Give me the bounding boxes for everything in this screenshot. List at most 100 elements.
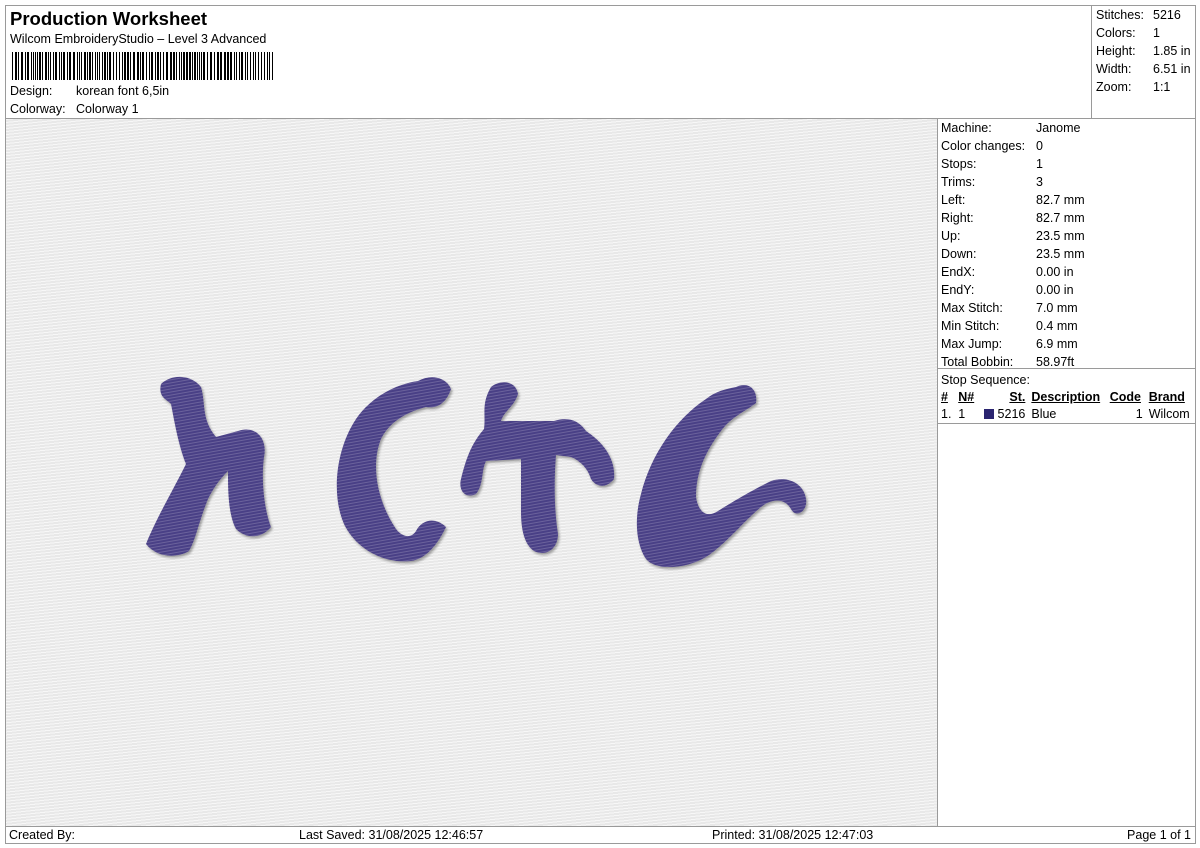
barcode-bar — [130, 52, 131, 80]
barcode-bar — [189, 52, 191, 80]
machine-info-row: Stops: 1 — [941, 155, 1043, 173]
created-by: Created By: — [9, 828, 76, 842]
barcode-bar — [133, 52, 135, 80]
barcode-bar — [18, 52, 19, 80]
machine-info-row: Color changes: 0 — [941, 137, 1043, 155]
barcode-bar — [63, 52, 65, 80]
stop-sequence-label: Stop Sequence: — [941, 373, 1030, 387]
barcode-bar — [245, 52, 246, 80]
barcode — [12, 52, 273, 80]
colorway-name: Colorway 1 — [76, 102, 139, 116]
design-label: Design: — [10, 84, 53, 98]
barcode-bar — [181, 52, 182, 80]
barcode-bar — [104, 52, 106, 80]
barcode-bar — [124, 52, 126, 80]
info-value: 0.4 mm — [1036, 319, 1078, 333]
barcode-bar — [119, 52, 120, 80]
colorway-label: Colorway: — [10, 102, 66, 116]
summary-row: Stitches: 5216 — [1096, 8, 1181, 22]
info-label: Stops: — [941, 157, 977, 171]
software-name: Wilcom EmbroideryStudio – Level 3 Advanc… — [10, 32, 267, 46]
barcode-bar — [39, 52, 41, 80]
barcode-bar — [99, 52, 100, 80]
row-index: 1. — [938, 406, 956, 424]
barcode-bar — [77, 52, 78, 80]
barcode-bar — [109, 52, 111, 80]
machine-info-row: EndX: 0.00 in — [941, 263, 1074, 281]
barcode-bar — [210, 52, 212, 80]
row-code: 1 — [1106, 406, 1146, 424]
barcode-bar — [42, 52, 43, 80]
barcode-bar — [107, 52, 108, 80]
barcode-bar — [31, 52, 32, 80]
info-value: Janome — [1036, 121, 1081, 135]
glyph-3 — [460, 382, 615, 554]
barcode-bar — [224, 52, 226, 80]
info-label: Min Stitch: — [941, 319, 1000, 333]
barcode-bar — [241, 52, 243, 80]
barcode-bar — [234, 52, 235, 80]
barcode-bar — [48, 52, 49, 80]
row-stitches: 5216 — [978, 406, 1029, 424]
barcode-bar — [140, 52, 141, 80]
info-value: 0.00 in — [1036, 283, 1074, 297]
barcode-bar — [55, 52, 57, 80]
info-label: Max Jump: — [941, 337, 1003, 351]
page-number: Page 1 of 1 — [1127, 828, 1191, 842]
barcode-bar — [163, 52, 164, 80]
info-value: 0 — [1036, 139, 1043, 153]
info-label: EndX: — [941, 265, 976, 279]
barcode-bar — [230, 52, 232, 80]
info-value: 82.7 mm — [1036, 211, 1085, 225]
barcode-bar — [199, 52, 200, 80]
barcode-bar — [258, 52, 259, 80]
design-name: korean font 6,5in — [76, 84, 170, 98]
barcode-bar — [81, 52, 82, 80]
glyph-4 — [636, 384, 807, 568]
barcode-bar — [35, 52, 36, 80]
last-saved: Last Saved: 31/08/2025 12:46:57 — [299, 828, 484, 842]
barcode-bar — [203, 52, 205, 80]
barcode-bar — [59, 52, 60, 80]
barcode-bar — [33, 52, 34, 80]
barcode-bar — [186, 52, 188, 80]
barcode-bar — [89, 52, 91, 80]
barcode-bar — [179, 52, 180, 80]
printed-date: Printed: 31/08/2025 12:47:03 — [712, 828, 874, 842]
barcode-bar — [84, 52, 86, 80]
row-brand: Wilcom — [1145, 406, 1195, 424]
col-needle: N# — [958, 390, 975, 404]
col-description: Description — [1031, 390, 1101, 404]
col-index: # — [941, 390, 948, 404]
barcode-bar — [21, 52, 23, 80]
machine-info-row: Up: 23.5 mm — [941, 227, 1085, 245]
thread-color-swatch — [983, 409, 994, 419]
barcode-bar — [79, 52, 80, 80]
design-preview — [5, 118, 938, 827]
summary-row: Colors: 1 — [1096, 26, 1160, 40]
barcode-bar — [146, 52, 147, 80]
col-code: Code — [1109, 390, 1141, 404]
barcode-bar — [73, 52, 75, 80]
info-label: EndY: — [941, 283, 975, 297]
info-label: Max Stitch: — [941, 301, 1003, 315]
barcode-bar — [183, 52, 185, 80]
barcode-bar — [92, 52, 93, 80]
barcode-bar — [220, 52, 222, 80]
barcode-bar — [173, 52, 175, 80]
barcode-bar — [113, 52, 114, 80]
barcode-bar — [261, 52, 262, 80]
row-description: Blue — [1028, 406, 1107, 424]
info-label: Up: — [941, 229, 961, 243]
barcode-bar — [25, 52, 26, 80]
info-value: 7.0 mm — [1036, 301, 1078, 315]
colorway-row: Colorway: Colorway 1 — [10, 102, 139, 116]
barcode-bar — [201, 52, 202, 80]
worksheet-footer: Created By: Last Saved: 31/08/2025 12:46… — [5, 826, 1196, 844]
worksheet-title: Production Worksheet — [10, 8, 208, 29]
barcode-bar — [255, 52, 256, 80]
barcode-bar — [176, 52, 177, 80]
info-label: Left: — [941, 193, 966, 207]
info-value: 1 — [1036, 157, 1043, 171]
barcode-bar — [207, 52, 208, 80]
